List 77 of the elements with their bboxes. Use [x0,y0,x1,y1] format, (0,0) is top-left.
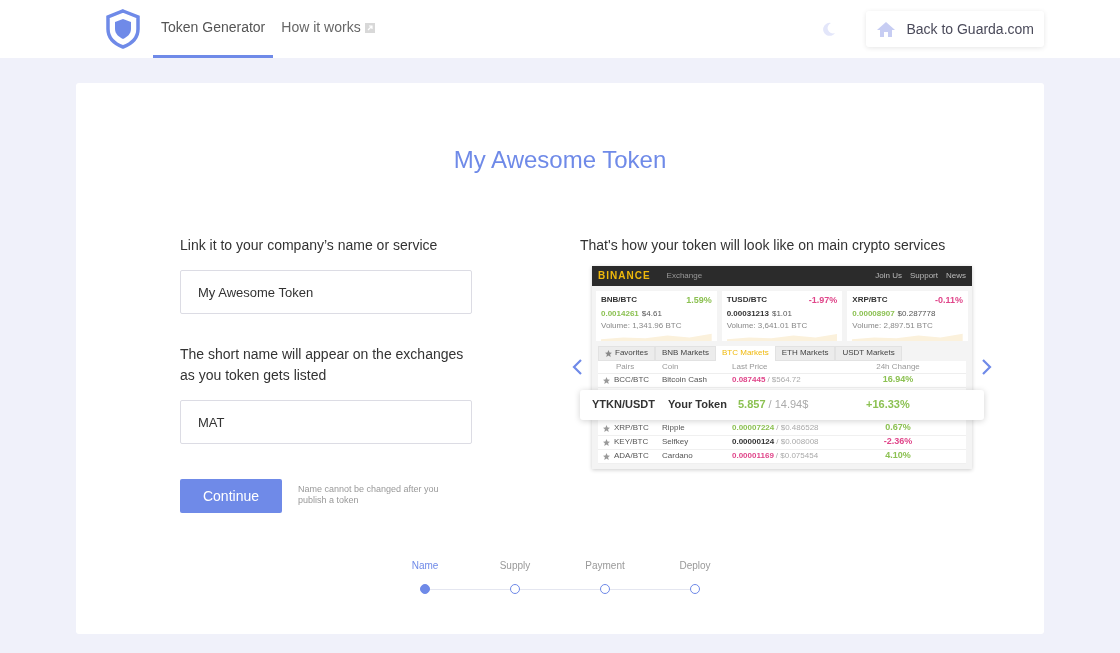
field-label: Link it to your company’s name or service [180,236,439,255]
preview-caption: That's how your token will look like on main crypto services [580,236,947,255]
price-cell: 0.00000124 [732,436,775,448]
ticker-pair: BNB/BTC [601,294,637,306]
token-usd-price: / 14.94$ [768,397,809,413]
pair-cell: BCC/BTC [614,374,650,386]
shield-logo-icon[interactable] [106,9,140,49]
star-icon[interactable] [603,376,610,384]
coin-cell-text: Selfkey [662,436,690,448]
market-tab[interactable]: ETH Markets [774,345,836,361]
price-cell: 0.087445 [732,374,766,386]
hint-text: Name cannot be changed after you publish a token [298,484,440,506]
usd-cell: / $564.72 [767,374,801,386]
change-cell-text: 0.67% [884,421,912,435]
ticker-volume: Volume: 3,641.01 BTC [726,319,809,332]
ticker-price: 0.00008907 [852,307,895,320]
top-nav-link[interactable]: Join Us [875,270,902,282]
column-header: 24h Change [875,360,921,373]
ticker-volume: Volume: 1,341.96 BTC [601,319,683,332]
token-name: Your Token [668,397,728,413]
market-tab[interactable]: BNB Markets [654,345,717,361]
exchange-nav-label[interactable]: Exchange [666,270,703,282]
ticker-usd: $0.287778 [897,307,936,320]
usd-cell: / $0.008008 [776,436,819,448]
change-cell-text: 16.94% [881,373,915,387]
ticker-change: -0.11% [935,294,963,307]
top-nav-link[interactable]: News [946,270,966,282]
token-change: +16.33% [866,397,910,413]
ticker-volume: Volume: 2,897.51 BTC [852,319,934,332]
ticker-price: 0.0014261 [601,307,639,320]
usd-cell: / $0.075454 [775,450,819,462]
step-label: Supply [499,559,531,573]
star-icon[interactable] [603,452,610,460]
column-header: Pairs [615,360,636,373]
coin-cell-text: Cardano [662,450,694,462]
change-cell-text: -2.36% [882,435,914,449]
ticker-change: 1.59% [686,294,712,307]
star-icon[interactable] [603,424,610,432]
token-price: 5.857 [738,397,766,413]
nav-tab[interactable]: Token Generator [153,0,274,58]
chevron-left-icon[interactable] [570,358,584,377]
step-label: Deploy [679,559,711,573]
pair-cell: KEY/BTC [614,436,649,448]
ticker-pair: TUSD/BTC [726,294,768,306]
column-header: Coin [662,360,680,373]
pair-cell: ADA/BTC [614,450,649,462]
chevron-right-icon[interactable] [980,358,994,377]
step-label: Payment [585,559,625,573]
market-tab[interactable]: Favorites [598,345,655,361]
pair-cell: XRP/BTC [614,422,649,434]
text-field[interactable]: MAT [180,400,472,444]
ticker-usd: $1.01 [771,307,792,320]
column-header: Last Price [732,360,769,373]
price-cell: 0.00001169 [732,450,774,462]
star-icon [605,349,612,357]
coin-cell-text: Ripple [662,422,686,434]
ticker-price: 0.00031213 [726,307,769,320]
ticker-usd: $4.61 [641,307,662,320]
star-icon[interactable] [603,438,610,446]
coin-cell-text: Bitcoin Cash [662,374,708,386]
top-nav-link[interactable]: Support [909,270,938,282]
nav-tab[interactable]: How it works [273,0,383,58]
ticker-pair: XRP/BTC [852,294,888,306]
page-title: My Awesome Token [452,145,668,175]
market-tab[interactable]: USDT Markets [835,345,902,361]
external-link-icon [364,22,375,33]
field-label: The short name will appear on the exchanges as you token gets listed [180,345,465,385]
change-cell-text: 4.10% [884,449,912,463]
text-field[interactable]: My Awesome Token [180,270,472,314]
exchange-logo: BINANCE [598,271,651,281]
back-button[interactable]: Back to Guarda.com [866,11,1044,47]
price-cell: 0.00007224 [732,422,775,434]
usd-cell: / $0.486528 [776,422,819,434]
step-label: Name [411,559,439,573]
ticker-change: -1.97% [808,294,838,307]
house-icon [876,20,897,38]
token-pair: YTKN/USDT [592,397,656,413]
